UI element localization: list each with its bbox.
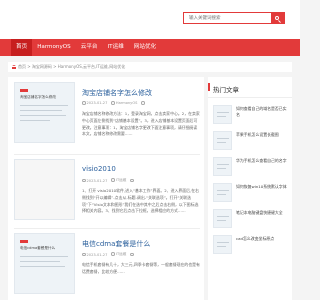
header	[0, 0, 300, 39]
folder-icon	[111, 252, 115, 256]
clock-icon	[82, 101, 86, 105]
hot-article-title[interactable]: 如何查看自己的域名是否已实名	[236, 106, 289, 118]
hot-article-title[interactable]: 笔记本电脑键盘快捷键大全	[236, 210, 289, 216]
hot-article-thumbnail	[213, 131, 232, 150]
article-title[interactable]: visio2010	[82, 165, 116, 173]
eye-icon	[130, 178, 134, 183]
home-icon	[12, 65, 16, 69]
eye-icon	[130, 252, 134, 257]
eye-icon	[141, 101, 145, 105]
clock-icon	[82, 178, 86, 183]
hot-article-thumbnail	[213, 105, 232, 124]
article-category[interactable]: IT运维	[116, 252, 126, 256]
article-date: 2023-01-27	[86, 101, 108, 105]
article-category[interactable]: HarmonyOS	[116, 101, 138, 105]
folder-icon	[111, 101, 115, 105]
article-title[interactable]: 电信cdma套餐是什么	[82, 239, 150, 249]
article-excerpt: 1、打开 visio2010软件,进入“基本工作”界面。2、进入界面后,在右侧找…	[82, 188, 200, 214]
divider	[14, 228, 200, 229]
hot-article-title[interactable]: 如何恢复win10系统默认字体	[236, 184, 289, 190]
hot-article-item[interactable]: 如何恢复win10系统默认字体	[213, 182, 289, 205]
article-item: visio2010 2023-01-27 IT运维 1、打开 visio2010…	[14, 159, 200, 225]
thumbnail-title: 电信cdma套餐是什么	[20, 246, 56, 250]
nav-item-home[interactable]: 首页	[11, 39, 33, 56]
sidebar: 热门文章 如何查看自己的域名是否已实名 苹果手机怎么设置长截图 华为手机怎么查看…	[208, 77, 292, 300]
breadcrumb-text[interactable]: 首页 > 淘宝网源码 > HarmonyOS,云平台,IT运维,网站优化	[18, 64, 125, 70]
search-box	[183, 12, 285, 24]
hot-article-title[interactable]: 苹果手机怎么设置长截图	[236, 132, 289, 138]
article-date: 2023-01-27	[86, 252, 108, 257]
hot-article-thumbnail	[213, 235, 232, 254]
hot-article-thumbnail	[213, 183, 232, 202]
nav-item-seo[interactable]: 网站优化	[129, 39, 161, 56]
article-thumbnail[interactable]: 电信cdma套餐是什么	[14, 233, 75, 294]
hot-article-item[interactable]: 如何查看自己的域名是否已实名	[213, 104, 289, 127]
hot-article-item[interactable]: 华为手机怎么查看自己的名字	[213, 156, 289, 179]
folder-icon	[111, 178, 115, 182]
hot-article-item[interactable]: 笔记本电脑键盘快捷键大全	[213, 208, 289, 231]
article-thumbnail[interactable]	[14, 159, 75, 220]
article-title[interactable]: 淘宝店铺名字怎么修改	[82, 88, 152, 98]
article-meta: 2023-01-27 HarmonyOS	[82, 101, 146, 105]
nav-item-it-ops[interactable]: IT运维	[103, 39, 129, 56]
article-category[interactable]: IT运维	[116, 178, 126, 182]
breadcrumb: 首页 > 淘宝网源码 > HarmonyOS,云平台,IT运维,网站优化	[8, 62, 292, 72]
main-nav: 首页 HarmonyOS 云平台 IT运维 网站优化	[0, 39, 300, 56]
article-meta: 2023-01-27 IT运维	[82, 178, 135, 183]
divider	[14, 154, 200, 155]
thumbnail-title: 淘宝店铺名字怎么修改	[20, 95, 56, 99]
hot-article-thumbnail	[213, 209, 232, 228]
search-button[interactable]	[271, 13, 284, 23]
hot-article-item[interactable]: cad怎么改变坐标原点	[213, 234, 289, 257]
article-date: 2023-01-27	[86, 178, 108, 183]
article-meta: 2023-01-27 IT运维	[82, 252, 135, 257]
article-item: 电信cdma套餐是什么 电信cdma套餐是什么 2023-01-27 IT运维 …	[14, 233, 200, 299]
hot-article-title[interactable]: cad怎么改变坐标原点	[236, 236, 289, 242]
article-excerpt: 电信手机套餐有几十，大三元,四季卡套餐等，一般套餐现在的也是有话费套餐，比较方便…	[82, 262, 200, 274]
article-list: 淘宝店铺名字怎么修改 淘宝店铺名字怎么修改 2023-01-27 Harmony…	[8, 77, 204, 300]
sidebar-title: 热门文章	[213, 86, 239, 94]
article-item: 淘宝店铺名字怎么修改 淘宝店铺名字怎么修改 2023-01-27 Harmony…	[14, 82, 200, 148]
hot-article-item[interactable]: 苹果手机怎么设置长截图	[213, 130, 289, 153]
article-excerpt: 淘宝店铺名称修改方法：1，登录淘宝网，点击卖家中心。2，在卖家中心页面左侧找到“…	[82, 111, 200, 137]
article-thumbnail[interactable]: 淘宝店铺名字怎么修改	[14, 82, 75, 143]
hot-article-title[interactable]: 华为手机怎么查看自己的名字	[236, 158, 289, 164]
search-input[interactable]	[184, 13, 271, 23]
hot-article-thumbnail	[213, 157, 232, 176]
clock-icon	[82, 252, 86, 257]
nav-item-harmonyos[interactable]: HarmonyOS	[32, 39, 76, 56]
nav-item-cloud[interactable]: 云平台	[76, 39, 103, 56]
